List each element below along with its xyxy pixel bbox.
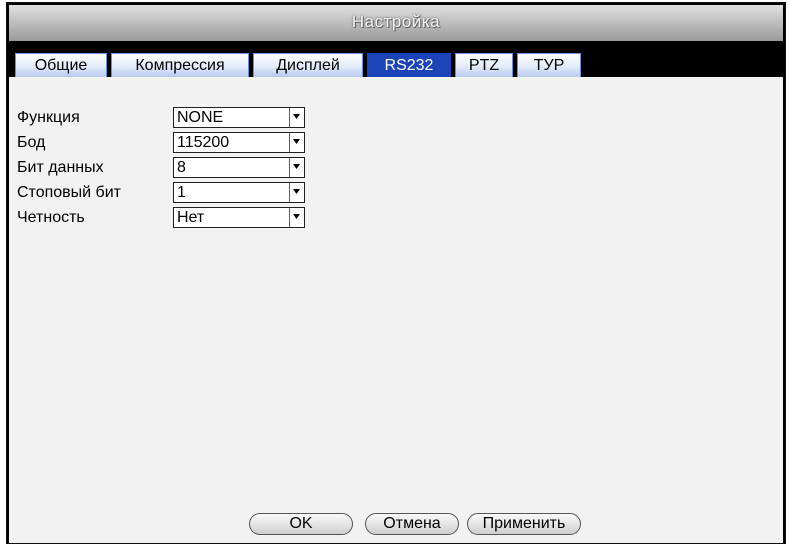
settings-dialog: Настройка Общие Компрессия Дисплей RS232… bbox=[6, 2, 786, 544]
baud-label: Бод bbox=[17, 134, 46, 151]
data-bits-value: 8 bbox=[177, 159, 186, 176]
cancel-button[interactable]: Отмена bbox=[365, 513, 459, 535]
stop-bits-select[interactable]: 1 bbox=[173, 182, 305, 203]
window-title: Настройка bbox=[351, 12, 441, 31]
tab-compression[interactable]: Компрессия bbox=[111, 53, 249, 77]
parity-label: Четность bbox=[17, 209, 85, 226]
tab-bar: Общие Компрессия Дисплей RS232 PTZ ТУР bbox=[9, 45, 783, 77]
stop-bits-value: 1 bbox=[177, 184, 186, 201]
tab-display[interactable]: Дисплей bbox=[253, 53, 363, 77]
chevron-down-icon[interactable] bbox=[289, 133, 304, 152]
chevron-down-icon[interactable] bbox=[289, 158, 304, 177]
function-value: NONE bbox=[177, 109, 224, 126]
data-bits-select[interactable]: 8 bbox=[173, 157, 305, 178]
function-label: Функция bbox=[17, 109, 80, 126]
tab-tour[interactable]: ТУР bbox=[517, 53, 581, 77]
parity-value: Нет bbox=[177, 209, 205, 226]
rs232-settings-panel: Функция NONE Бод 115200 Бит данных 8 Сто… bbox=[9, 77, 783, 543]
ok-button[interactable]: OK bbox=[249, 513, 353, 535]
chevron-down-icon[interactable] bbox=[289, 183, 304, 202]
title-bar[interactable]: Настройка bbox=[9, 5, 783, 41]
chevron-down-icon[interactable] bbox=[289, 108, 304, 127]
parity-select[interactable]: Нет bbox=[173, 207, 305, 228]
chevron-down-icon[interactable] bbox=[289, 208, 304, 227]
tab-general[interactable]: Общие bbox=[15, 53, 107, 77]
apply-button[interactable]: Применить bbox=[467, 513, 581, 535]
stop-bits-label: Стоповый бит bbox=[17, 184, 121, 201]
baud-select[interactable]: 115200 bbox=[173, 132, 305, 153]
tab-ptz[interactable]: PTZ bbox=[455, 53, 513, 77]
tab-rs232[interactable]: RS232 bbox=[367, 53, 451, 77]
function-select[interactable]: NONE bbox=[173, 107, 305, 128]
baud-value: 115200 bbox=[177, 134, 230, 151]
data-bits-label: Бит данных bbox=[17, 159, 104, 176]
